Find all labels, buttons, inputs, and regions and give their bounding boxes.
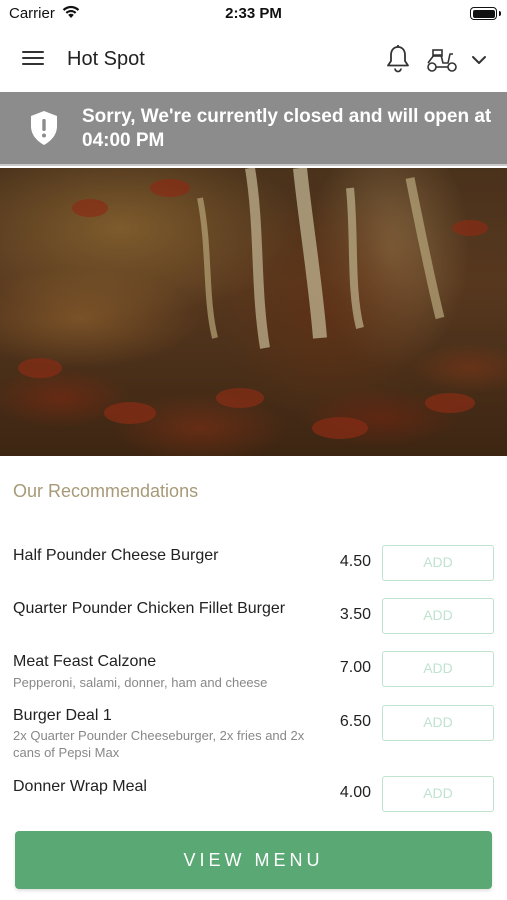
- add-button[interactable]: ADD: [382, 545, 494, 581]
- menu-icon-line: [22, 57, 44, 59]
- item-name: Meat Feast Calzone: [13, 653, 157, 670]
- delivery-mode-dropdown[interactable]: [468, 50, 490, 70]
- item-price: 6.50: [339, 713, 371, 730]
- page-title: Hot Spot: [67, 48, 145, 70]
- clock-label: 2:33 PM: [225, 5, 282, 22]
- closed-message: Sorry, We're currently closed and will o…: [82, 106, 492, 151]
- item-name: Donner Wrap Meal: [13, 778, 147, 795]
- item-description: 2x Quarter Pounder Cheeseburger, 2x frie…: [13, 728, 305, 760]
- recommendations-heading: Our Recommendations: [13, 481, 199, 501]
- shield-alert-icon: [31, 111, 57, 145]
- delivery-mode-button[interactable]: [425, 46, 459, 74]
- chevron-down-icon: [472, 56, 486, 64]
- menu-button[interactable]: [20, 47, 48, 73]
- item-price: 4.50: [339, 553, 371, 570]
- add-button[interactable]: ADD: [382, 776, 494, 812]
- menu-icon: [22, 51, 44, 53]
- view-menu-button[interactable]: VIEW MENU: [15, 831, 492, 889]
- item-name: Quarter Pounder Chicken Fillet Burger: [13, 600, 286, 617]
- item-price: 4.00: [339, 784, 371, 801]
- item-name: Half Pounder Cheese Burger: [13, 547, 219, 564]
- battery-icon: [470, 7, 501, 20]
- bell-icon: [387, 45, 409, 73]
- item-name: Burger Deal 1: [13, 707, 112, 724]
- app-header: Hot Spot: [0, 28, 507, 92]
- item-price: 3.50: [339, 606, 371, 623]
- pizza-illustration: [18, 168, 488, 439]
- add-button[interactable]: ADD: [382, 651, 494, 687]
- item-description: Pepperoni, salami, donner, ham and chees…: [13, 675, 268, 690]
- add-button[interactable]: ADD: [382, 598, 494, 634]
- add-button[interactable]: ADD: [382, 705, 494, 741]
- scooter-icon: [427, 49, 457, 72]
- status-bar: Carrier 2:33 PM: [0, 0, 507, 28]
- item-price: 7.00: [339, 659, 371, 676]
- notifications-button[interactable]: [384, 44, 412, 74]
- closed-banner: Sorry, We're currently closed and will o…: [0, 92, 507, 166]
- hero-image: [0, 168, 507, 456]
- menu-icon-line: [22, 63, 44, 65]
